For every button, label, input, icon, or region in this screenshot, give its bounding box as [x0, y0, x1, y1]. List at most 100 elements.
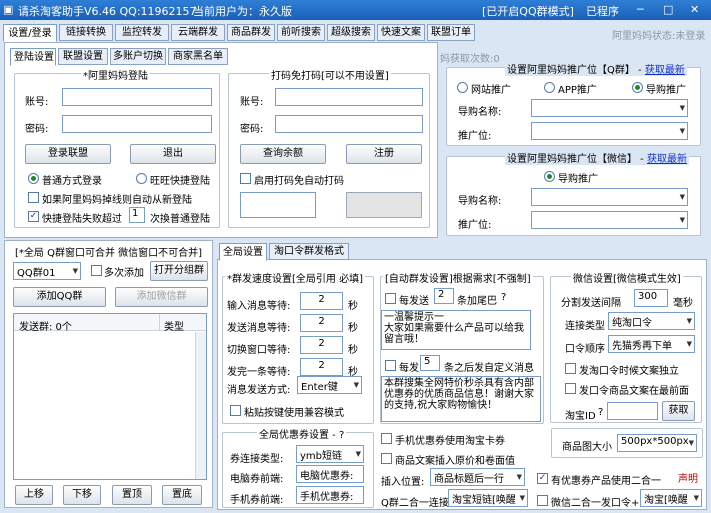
send-interval-input[interactable]: 300 [634, 289, 668, 307]
move-top-button[interactable]: 置顶 [112, 485, 152, 505]
wx-merge-label: 微信二合一发口令+ [551, 498, 640, 509]
query-balance-button[interactable]: 查询余额 [240, 144, 326, 164]
statement-link[interactable]: 声明 [678, 470, 698, 485]
speed-row-label: 发送消息等待: [227, 323, 291, 334]
speed-row-input[interactable]: 2 [300, 336, 343, 354]
custom-msg-checkbox[interactable] [385, 360, 396, 371]
fast-login-count-input[interactable]: 1 [129, 207, 145, 223]
login-tab-3[interactable]: 商家黑名单 [168, 48, 228, 65]
command-order-select[interactable]: 先猫秀再下单 ▼ [608, 335, 695, 353]
multi-add-checkbox[interactable] [91, 265, 102, 276]
mobile-coupon-label: 手机券前端: [230, 495, 284, 506]
main-tab-4[interactable]: 商品群发 [227, 24, 275, 41]
settings-tab-0[interactable]: 全局设置 [219, 243, 267, 261]
qq-website-radio[interactable] [457, 82, 468, 93]
account-input[interactable] [62, 88, 212, 106]
register-button[interactable]: 注册 [346, 144, 422, 164]
main-tab-5[interactable]: 前听搜索 [277, 24, 325, 41]
taobao-card-checkbox[interactable] [381, 433, 392, 444]
qq-pid-refresh-link[interactable]: 获取最新 [645, 65, 685, 76]
wx-pid-select[interactable]: ▼ [531, 211, 688, 229]
q-merge-select[interactable]: 淘宝短链[唤醒 ▼ [448, 489, 528, 507]
custom-msg-count-input[interactable]: 5 [420, 355, 440, 371]
add-qq-group-button[interactable]: 添加QQ群 [13, 287, 106, 307]
fetch-taobao-id-button[interactable]: 获取 [662, 401, 695, 421]
qq-guide-radio[interactable] [632, 82, 643, 93]
password-input[interactable] [62, 115, 212, 133]
paste-compat-checkbox[interactable] [230, 405, 241, 416]
auto-captcha-checkbox[interactable] [240, 173, 251, 184]
coupon-type-select[interactable]: ymb短链 ▼ [296, 445, 364, 463]
wx-pid-refresh-link[interactable]: 获取最新 [647, 154, 687, 165]
open-group-button[interactable]: 打开分组群 [150, 261, 208, 281]
move-up-button[interactable]: 上移 [15, 485, 53, 505]
main-tab-3[interactable]: 云端群发 [171, 24, 225, 41]
taobao-id-help-icon[interactable]: ? [598, 407, 603, 418]
insert-position-select[interactable]: 商品标题后一行 ▼ [430, 468, 525, 486]
separate-copy-checkbox[interactable] [565, 363, 576, 374]
qq-pid-select[interactable]: ▼ [531, 122, 688, 140]
fast-login-suffix: 次換普通登陆 [150, 214, 210, 225]
move-bottom-button[interactable]: 置底 [162, 485, 202, 505]
logout-button[interactable]: 退出 [130, 144, 216, 164]
move-down-button[interactable]: 下移 [63, 485, 101, 505]
app-icon: ▣ [3, 3, 14, 16]
send-interval-unit: 毫秒 [673, 298, 693, 309]
login-tab-2[interactable]: 多账户切换 [110, 48, 166, 65]
send-mode-select[interactable]: Enter键 ▼ [297, 376, 362, 394]
mini-program-button[interactable]: 已程序 [586, 3, 619, 19]
append-tail-help-icon[interactable]: ? [501, 292, 506, 303]
login-button[interactable]: 登录联盟 [25, 144, 111, 164]
qq-guide-name-select[interactable]: ▼ [531, 99, 688, 117]
speed-row-input[interactable]: 2 [300, 292, 343, 310]
minimize-icon[interactable]: ─ [637, 3, 644, 16]
wx-merge-select[interactable]: 淘宝[唤醒 ▼ [640, 489, 702, 507]
pc-coupon-input[interactable]: 电脑优惠券: [296, 465, 364, 483]
main-tab-8[interactable]: 联盟订单 [427, 24, 475, 41]
group-list-scrollbar[interactable] [195, 332, 206, 479]
wx-merge-checkbox[interactable] [537, 495, 548, 506]
main-tab-1[interactable]: 链接转换 [59, 24, 113, 41]
wangwang-login-radio[interactable] [136, 173, 147, 184]
custom-msg-prefix: 每发 [399, 363, 419, 374]
captcha-password-input[interactable] [275, 115, 423, 133]
link-type-select[interactable]: 纯淘口令 ▼ [608, 312, 695, 330]
speed-row-input[interactable]: 2 [300, 314, 343, 332]
group-select[interactable]: QQ群01 ▼ [13, 262, 81, 280]
login-tab-1[interactable]: 联盟设置 [58, 48, 108, 65]
captcha-account-input[interactable] [275, 88, 423, 106]
column-divider [159, 314, 160, 331]
tail-text-area[interactable]: 一温馨提示一 大家如果需要什么产品可以给我留言哦！ [381, 310, 531, 350]
wx-guide-name-select[interactable]: ▼ [531, 188, 688, 206]
close-icon[interactable]: ✕ [690, 3, 699, 16]
custom-msg-text-area[interactable]: 本群搜集全网特价秒杀具有含内部优惠券的优质商品信息！谢谢大家的支持,祝大家购物愉… [381, 376, 541, 422]
captcha-input[interactable] [240, 192, 316, 218]
image-size-select[interactable]: 500px*500px ▼ [617, 434, 697, 452]
maximize-icon[interactable]: □ [663, 3, 673, 16]
auto-relogin-checkbox[interactable] [28, 192, 39, 203]
append-tail-checkbox[interactable] [385, 293, 396, 304]
qq-app-radio[interactable] [544, 82, 555, 93]
insert-price-checkbox[interactable] [381, 453, 392, 464]
wx-guide-radio[interactable] [544, 171, 555, 182]
link-type-label: 连接类型 [565, 321, 605, 332]
taobao-id-input[interactable] [607, 402, 658, 420]
coupon-help-icon[interactable]: ? [339, 430, 344, 441]
insert-position-label: 插入位置: [381, 477, 425, 488]
group-list[interactable]: 发送群: 0个 类型 [13, 313, 207, 480]
main-tab-6[interactable]: 超级搜索 [327, 24, 375, 41]
qq-website-label: 网站推广 [471, 85, 511, 96]
coupon-merge-checkbox[interactable]: ✓ [537, 473, 548, 484]
main-tab-7[interactable]: 快速文案 [377, 24, 425, 41]
append-tail-count-input[interactable]: 2 [434, 288, 454, 304]
main-tab-0[interactable]: 设置/登录 [3, 24, 57, 42]
settings-tab-1[interactable]: 淘口令群发格式 [269, 243, 349, 260]
main-tab-2[interactable]: 监控转发 [115, 24, 169, 41]
copy-first-checkbox[interactable] [565, 383, 576, 394]
normal-login-radio[interactable] [28, 173, 39, 184]
fast-login-prefix: 快捷登陆失败超过 [42, 214, 122, 225]
speed-row-input[interactable]: 2 [300, 358, 343, 376]
mobile-coupon-input[interactable]: 手机优惠券: [296, 486, 364, 504]
login-tab-0[interactable]: 登陆设置 [10, 48, 56, 66]
fast-login-checkbox[interactable]: ✓ [28, 211, 39, 222]
